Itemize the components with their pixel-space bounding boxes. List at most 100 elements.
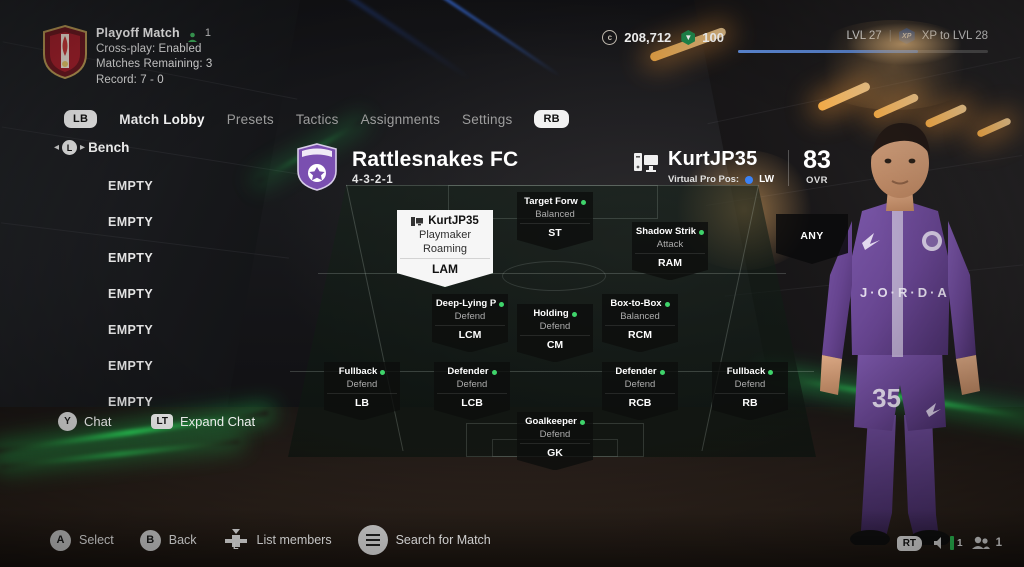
coin-icon: c	[602, 30, 618, 45]
card-role: Defender	[605, 367, 675, 377]
bench-slot[interactable]: EMPTY	[108, 204, 153, 240]
search-match-label: Search for Match	[395, 533, 491, 547]
card-role: Target Forw	[520, 197, 590, 207]
card-role: Defender	[437, 367, 507, 377]
position-card-lb[interactable]: Fullback Defend LB	[324, 362, 400, 421]
crossplay-status: Cross-play: Enabled	[96, 42, 202, 55]
card-role: Box-to-Box	[605, 299, 675, 309]
team-header: Rattlesnakes FC 4-3-2-1	[296, 143, 518, 191]
position-card-rcm[interactable]: Box-to-Box Balanced RCM	[602, 294, 678, 353]
club-crest-icon	[42, 24, 88, 80]
card-position: RCM	[605, 325, 675, 341]
selected-player-card-lam[interactable]: C ● KurtJP35 Playmaker Roaming LAM	[397, 210, 493, 287]
rattlesnakes-crest-icon	[296, 143, 338, 191]
position-card-cm[interactable]: Holding Defend CM	[517, 304, 593, 363]
card-position: CM	[520, 335, 590, 351]
tab-match-lobby[interactable]: Match Lobby	[119, 112, 204, 127]
card-player-name: KurtJP35	[400, 215, 490, 227]
card-position: GK	[520, 443, 590, 459]
chemistry-dot-icon	[580, 199, 586, 205]
divider	[788, 150, 790, 186]
party-indicator[interactable]: 1	[971, 536, 1002, 550]
tab-settings[interactable]: Settings	[462, 112, 512, 127]
card-role: Goalkeeper	[520, 417, 590, 427]
card-position: RCB	[605, 393, 675, 409]
matches-remaining: Matches Remaining: 3	[96, 58, 213, 71]
bench-slot[interactable]: EMPTY	[108, 168, 153, 204]
back-action[interactable]: B Back	[139, 529, 197, 551]
chemistry-dot-icon	[768, 369, 774, 375]
rt-trigger-icon[interactable]: RT	[896, 535, 923, 551]
select-action[interactable]: A Select	[50, 529, 114, 551]
virtual-pro-name: KurtJP35	[668, 148, 758, 170]
bench-list: EMPTY EMPTY EMPTY EMPTY EMPTY EMPTY EMPT…	[108, 168, 153, 420]
card-focus: Defend	[346, 379, 378, 391]
match-title: Playoff Match	[96, 26, 180, 40]
svg-text:35: 35	[872, 383, 901, 413]
card-focus: Roaming	[422, 243, 468, 255]
position-card-rb[interactable]: Fullback Defend RB	[712, 362, 788, 421]
position-card-st[interactable]: Target Forw Balanced ST	[517, 192, 593, 251]
pc-icon	[411, 216, 424, 226]
position-card-lcm[interactable]: Deep-Lying P Defend LCM	[432, 294, 508, 353]
points-gem-icon: ▼	[681, 30, 696, 45]
tab-assignments[interactable]: Assignments	[361, 112, 440, 127]
position-card-gk[interactable]: Goalkeeper Defend GK	[517, 412, 593, 471]
team-formation: 4-3-2-1	[352, 174, 394, 187]
footer-actions: A Select B Back L List members Search fo…	[50, 525, 491, 555]
card-position: LCM	[435, 325, 505, 341]
y-button-icon: Y	[58, 412, 77, 431]
back-label: Back	[168, 533, 197, 547]
bench-slot[interactable]: EMPTY	[108, 240, 153, 276]
card-focus: Defend	[539, 321, 571, 333]
bench-slot[interactable]: EMPTY	[108, 276, 153, 312]
voice-value: 1	[957, 537, 963, 549]
team-name: Rattlesnakes FC	[352, 147, 519, 171]
card-position: RAM	[635, 253, 705, 269]
match-player-count: 1	[204, 27, 211, 40]
expand-chat-button[interactable]: LT Expand Chat	[151, 414, 255, 429]
coins-display: c 208,712	[602, 30, 671, 45]
main-nav-tabs: LB Match Lobby Presets Tactics Assignmen…	[64, 110, 569, 128]
position-card-lcb[interactable]: Defender Defend LCB	[434, 362, 510, 421]
left-bumper-button[interactable]: LB	[64, 110, 98, 128]
a-button-icon: A	[50, 529, 71, 551]
list-members-label: List members	[256, 533, 332, 547]
lt-trigger-icon: LT	[151, 414, 173, 429]
tab-presets[interactable]: Presets	[227, 112, 274, 127]
ovr-label: OVR	[805, 175, 829, 186]
chat-button[interactable]: Y Chat	[58, 412, 111, 431]
bench-slot[interactable]: EMPTY	[108, 348, 153, 384]
position-card-ram[interactable]: Shadow Strik Attack RAM	[632, 222, 708, 281]
card-role: Shadow Strik	[635, 227, 705, 237]
card-focus: Defend	[539, 429, 571, 441]
list-members-action[interactable]: L List members	[223, 529, 332, 551]
svg-text:L: L	[233, 541, 239, 551]
search-match-action[interactable]: Search for Match	[357, 525, 491, 555]
card-role: Fullback	[327, 367, 397, 377]
chat-controls: Y Chat LT Expand Chat	[58, 412, 255, 431]
voice-chat-indicator[interactable]: 1	[931, 535, 963, 551]
tab-tactics[interactable]: Tactics	[296, 112, 339, 127]
card-position: ST	[520, 223, 590, 239]
card-position: LCB	[437, 393, 507, 409]
light-flare	[844, 22, 964, 66]
card-focus: Balanced	[620, 311, 660, 323]
position-dot-icon	[745, 175, 754, 184]
card-focus: Attack	[656, 239, 684, 251]
party-count: 1	[995, 537, 1002, 549]
points-display: ▼ 100	[681, 30, 724, 45]
bench-header: ◂ L ▸ Bench	[54, 140, 129, 155]
position-card-rcb[interactable]: Defender Defend RCB	[602, 362, 678, 421]
card-position: RB	[715, 393, 785, 409]
bench-slot[interactable]: EMPTY	[108, 312, 153, 348]
bench-title: Bench	[88, 140, 130, 155]
match-record: Record: 7 - 0	[96, 73, 164, 86]
virtual-pro-position: LW	[759, 174, 775, 185]
chemistry-dot-icon	[380, 369, 386, 375]
left-stick-icon: L	[62, 140, 78, 155]
right-bumper-button[interactable]: RB	[534, 110, 569, 128]
ovr-value: 83	[803, 146, 831, 174]
expand-chat-label: Expand Chat	[179, 414, 256, 429]
chevron-left-icon: ◂	[54, 142, 60, 153]
